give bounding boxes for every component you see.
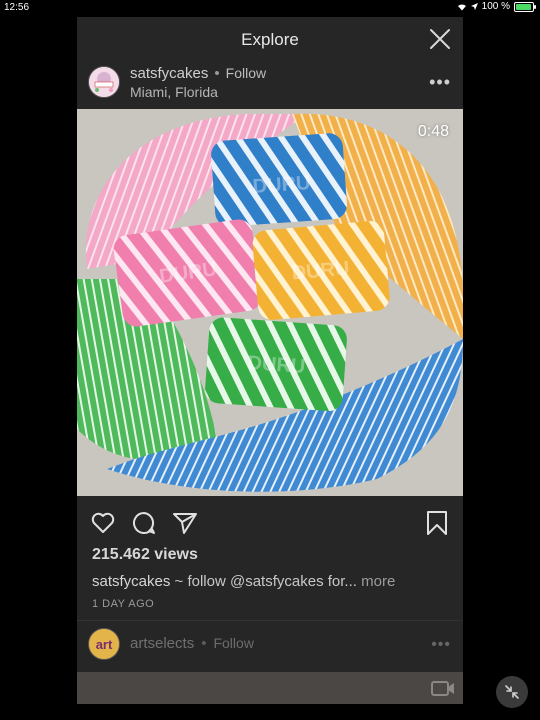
next-post-header: art artselects • Follow ••• <box>77 626 463 666</box>
post-video-frame: DURU DURU DURU DURU <box>77 109 463 496</box>
status-right: 100 % <box>457 1 536 12</box>
more-options-icon[interactable]: ••• <box>429 72 451 93</box>
separator-dot: • <box>201 635 207 652</box>
next-follow-button[interactable]: Follow <box>213 635 253 651</box>
soap-emboss-text: DURU <box>252 172 311 198</box>
battery-percent: 100 % <box>481 1 510 12</box>
caption-text: ~ follow @satsfycakes for... <box>170 573 357 590</box>
next-post-media[interactable] <box>77 672 463 704</box>
status-bar: 12:56 100 % <box>0 0 540 16</box>
minimize-icon <box>505 685 519 699</box>
follow-button[interactable]: Follow <box>226 65 266 81</box>
post-actions <box>77 505 463 539</box>
minimize-button[interactable] <box>496 676 528 708</box>
panel-header: Explore <box>77 17 463 63</box>
page-title: Explore <box>241 30 299 49</box>
next-post-user-line: artselects • Follow <box>130 635 254 652</box>
post-header: satsfycakes • Follow Miami, Florida ••• <box>77 63 463 107</box>
post-username[interactable]: satsfycakes <box>130 65 208 82</box>
location-arrow-icon <box>470 3 478 10</box>
send-icon[interactable] <box>172 510 198 536</box>
next-post-username[interactable]: artselects <box>130 635 194 652</box>
post-user-line: satsfycakes • Follow <box>130 65 266 82</box>
caption-more-link[interactable]: more <box>361 573 395 590</box>
avatar[interactable]: art <box>88 628 120 660</box>
soap-emboss-text: DURU <box>247 352 306 378</box>
caption-username[interactable]: satsfycakes <box>92 573 170 590</box>
status-time: 12:56 <box>4 2 30 13</box>
explore-panel: Explore satsfycakes • Follow Miami, Florid… <box>77 17 463 704</box>
video-camera-icon <box>431 681 454 696</box>
more-options-icon[interactable]: ••• <box>431 636 451 654</box>
bookmark-icon[interactable] <box>424 510 450 536</box>
divider <box>77 620 463 621</box>
separator-dot: • <box>214 65 220 82</box>
avatar[interactable] <box>88 66 120 98</box>
battery-icon <box>514 1 536 12</box>
close-icon[interactable] <box>429 28 451 50</box>
views-count[interactable]: 215.462 views <box>92 546 198 564</box>
post-timestamp: 1 DAY AGO <box>92 598 155 610</box>
heart-icon[interactable] <box>90 510 116 536</box>
post-media[interactable]: DURU DURU DURU DURU 0:48 <box>77 109 463 496</box>
comment-icon[interactable] <box>131 510 157 536</box>
post-location[interactable]: Miami, Florida <box>130 84 218 100</box>
wifi-icon <box>457 3 466 11</box>
svg-text:art: art <box>96 637 113 652</box>
post-caption: satsfycakes ~ follow @satsfycakes for...… <box>92 573 395 590</box>
video-duration: 0:48 <box>417 123 449 140</box>
